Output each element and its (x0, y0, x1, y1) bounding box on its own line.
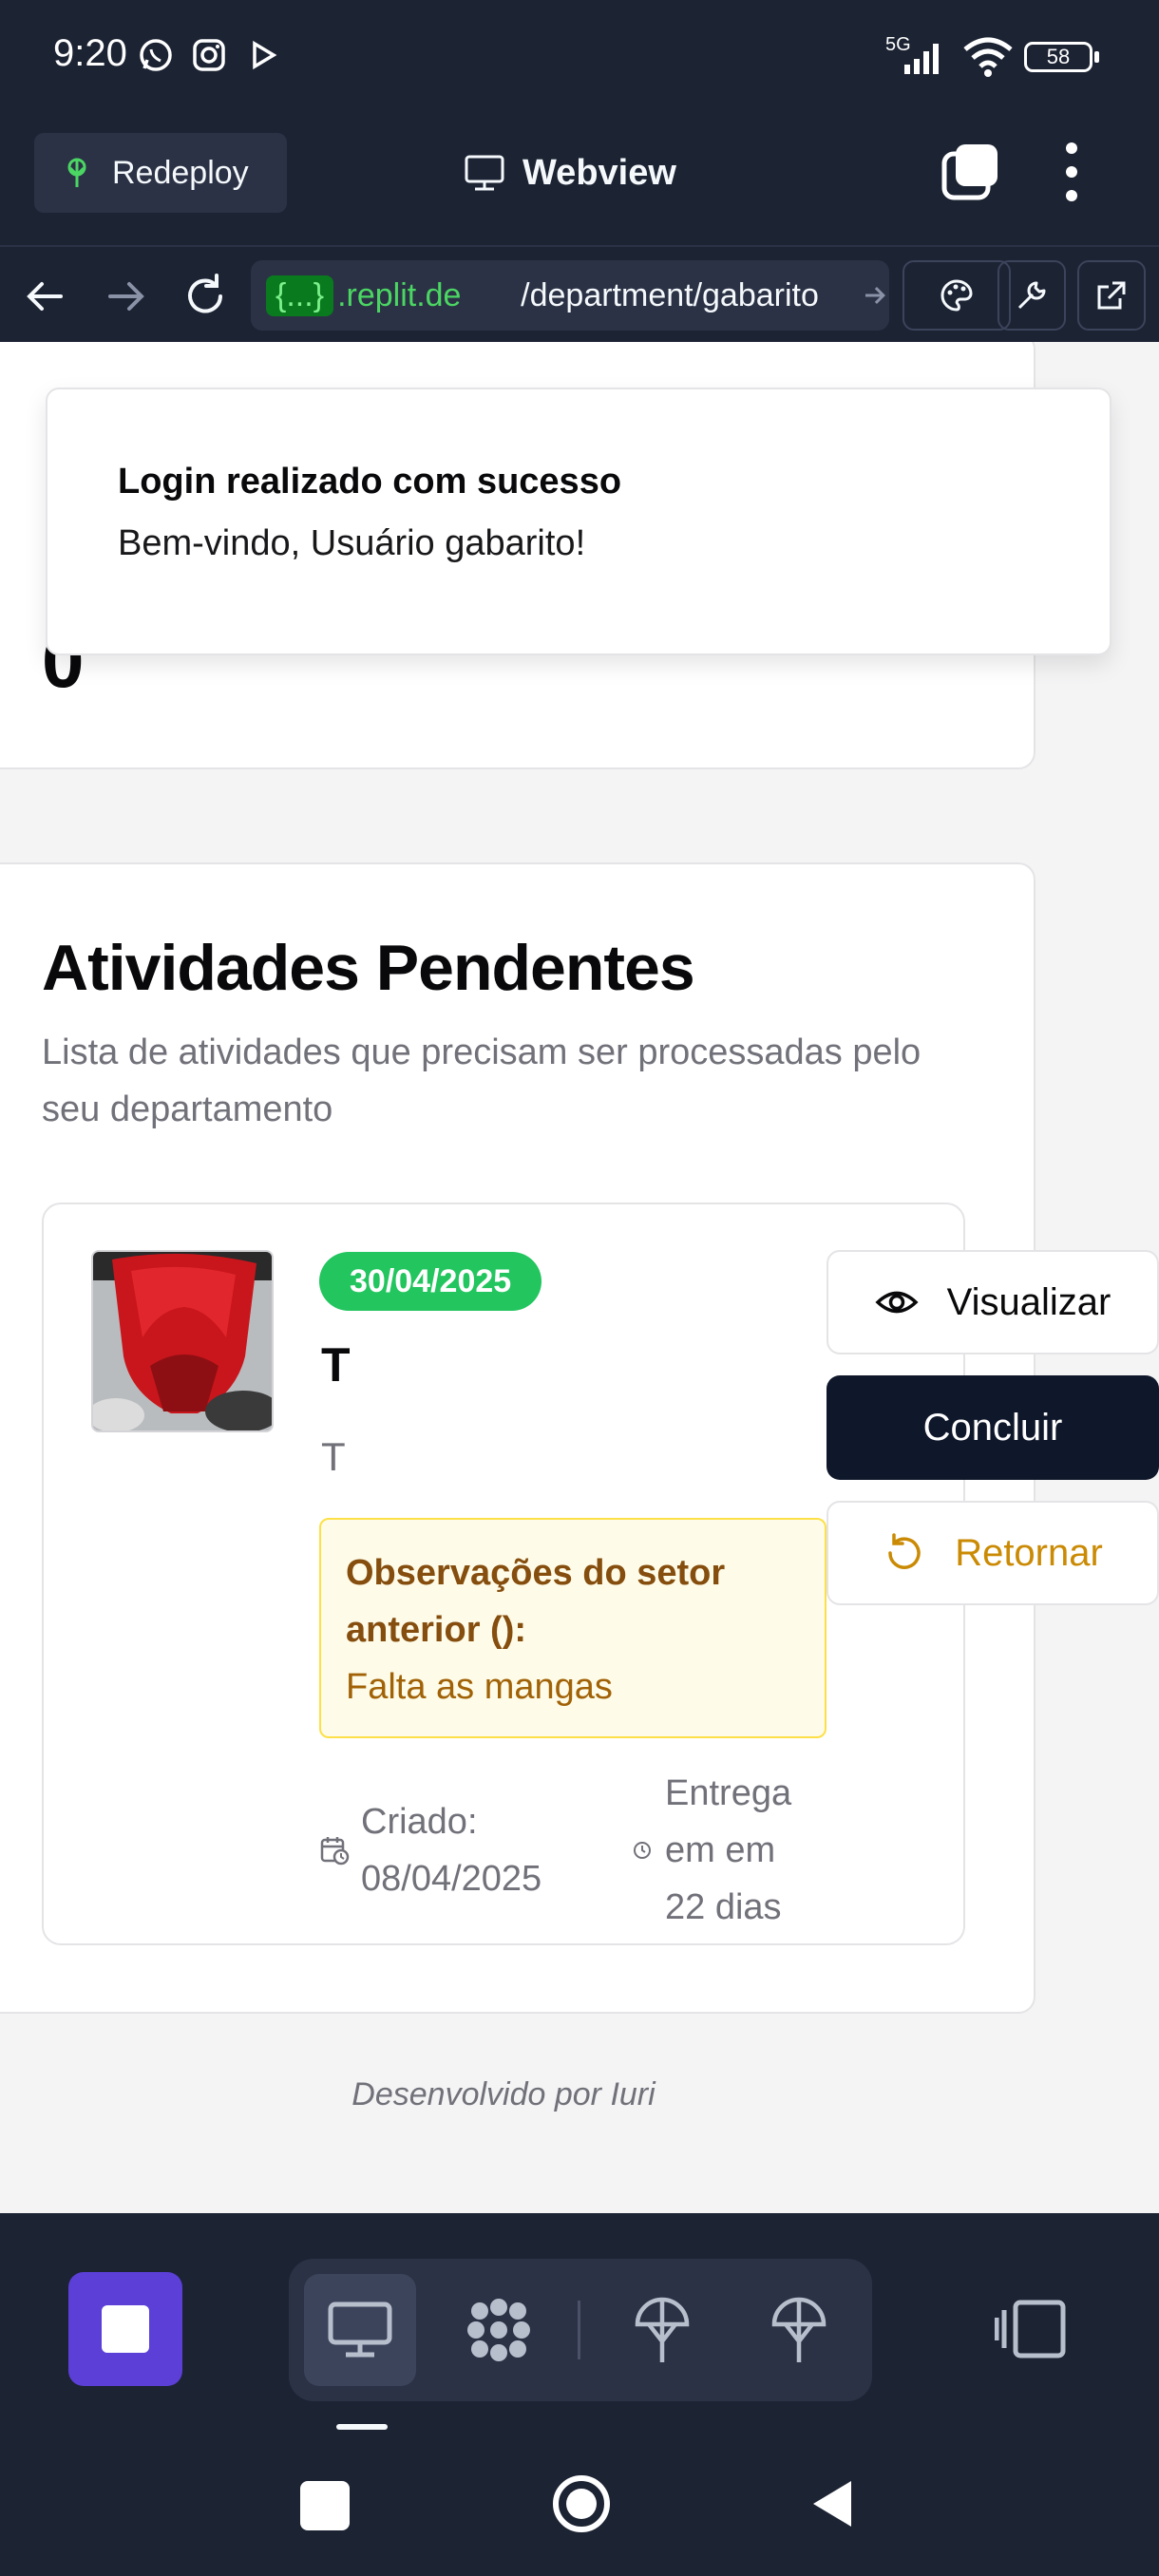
url-badge: {...} (266, 275, 334, 316)
clock-icon (634, 1842, 651, 1859)
deploy-icon (67, 158, 86, 187)
webview-tool-button[interactable] (304, 2274, 416, 2386)
url-field[interactable]: {...} .replit.de /department/gabarito (251, 260, 889, 331)
due-date-badge: 30/04/2025 (319, 1252, 542, 1311)
palette-icon (940, 279, 973, 312)
eye-icon (875, 1291, 919, 1314)
home-icon[interactable] (551, 2473, 612, 2534)
battery-tip (1094, 51, 1099, 63)
created-info: Criado: 08/04/2025 (319, 1793, 598, 1907)
redeploy-button[interactable]: Redeploy (34, 133, 287, 213)
more-vertical-icon[interactable] (1054, 139, 1089, 205)
split-view-button[interactable] (988, 2272, 1074, 2386)
deploy-tool-button-2[interactable] (743, 2274, 855, 2386)
activity-title: T (321, 1338, 351, 1392)
recents-icon[interactable] (300, 2481, 350, 2530)
activity-description: T (321, 1434, 346, 1479)
observation-box: Observações do setor anterior (): Falta … (319, 1518, 826, 1738)
redeploy-label: Redeploy (112, 154, 249, 191)
deploy-tool-button[interactable] (606, 2274, 718, 2386)
address-bar: {...} .replit.de /department/gabarito (0, 245, 1159, 344)
view-button[interactable]: Visualizar (826, 1250, 1159, 1354)
observation-label: Observações do setor anterior (): (346, 1553, 726, 1650)
pending-title: Atividades Pendentes (42, 932, 695, 1004)
theme-button[interactable] (902, 260, 1011, 331)
due-in-text: Entrega em em 22 dias (665, 1773, 792, 1927)
toast-notification[interactable]: Login realizado com sucesso Bem-vindo, U… (46, 388, 1112, 655)
webview-content[interactable]: 0 Login realizado com sucesso Bem-vindo,… (0, 342, 1159, 2213)
url-host: .replit.de (337, 276, 462, 313)
view-button-label: Visualizar (946, 1280, 1112, 1323)
agent-icon (467, 2299, 530, 2361)
back-arrow-icon[interactable] (19, 270, 72, 323)
forward-arrow-icon[interactable] (99, 270, 152, 323)
activity-thumbnail[interactable] (91, 1250, 274, 1432)
devtools-button[interactable] (998, 260, 1066, 331)
wifi-icon (963, 37, 1013, 77)
android-nav-bar (0, 2432, 1159, 2576)
external-link-icon (1097, 281, 1126, 310)
toast-description: Bem-vindo, Usuário gabarito! (118, 523, 586, 563)
signal-icon (904, 44, 939, 74)
back-icon[interactable] (808, 2477, 861, 2530)
battery-level: 58 (1046, 45, 1071, 68)
battery-icon: 58 (1024, 42, 1092, 72)
footer-credit: Desenvolvido por Iuri (352, 2076, 656, 2112)
due-info: Entrega em em 22 dias (633, 1765, 817, 1936)
deploy-icon (635, 2297, 690, 2362)
active-tool-indicator (336, 2424, 388, 2430)
url-path: /department/gabarito (521, 276, 819, 313)
monitor-icon (328, 2301, 392, 2358)
return-button-label: Retornar (955, 1531, 1103, 1574)
stop-button[interactable] (68, 2272, 182, 2386)
undo-icon (888, 1533, 921, 1569)
split-view-icon (995, 2300, 1066, 2358)
webview-title-label: Webview (522, 152, 676, 193)
instagram-icon (193, 39, 225, 71)
deploy-icon (771, 2297, 826, 2362)
replit-top-bar: Redeploy Webview (0, 114, 1159, 247)
status-time: 9:20 (53, 32, 127, 74)
reload-icon[interactable] (179, 270, 232, 323)
agent-tool-button[interactable] (443, 2274, 555, 2386)
play-icon (253, 40, 277, 70)
tabs-icon[interactable] (940, 141, 1001, 201)
replit-bottom-toolbar (0, 2213, 1159, 2432)
webview-title: Webview (464, 144, 676, 201)
open-external-button[interactable] (1077, 260, 1146, 331)
created-date: Criado: 08/04/2025 (361, 1802, 542, 1899)
whatsapp-icon (140, 39, 172, 71)
product-image (93, 1252, 272, 1430)
tool-divider (578, 2301, 580, 2359)
toast-title: Login realizado com sucesso (118, 462, 622, 502)
return-button[interactable]: Retornar (826, 1501, 1159, 1605)
pending-subtitle: Lista de atividades que precisam ser pro… (42, 1032, 922, 1129)
due-date-text: 30/04/2025 (350, 1262, 512, 1299)
stop-icon (102, 2305, 149, 2353)
status-bar: 9:20 5G 58 (0, 0, 1159, 114)
observation-text: Falta as mangas (346, 1667, 613, 1707)
tool-group (289, 2259, 872, 2401)
complete-button[interactable]: Concluir (826, 1375, 1159, 1480)
go-arrow-icon (865, 286, 886, 305)
wrench-icon (1017, 281, 1046, 310)
complete-button-label: Concluir (922, 1406, 1063, 1449)
calendar-clock-icon (320, 1837, 350, 1866)
monitor-icon (465, 155, 504, 191)
